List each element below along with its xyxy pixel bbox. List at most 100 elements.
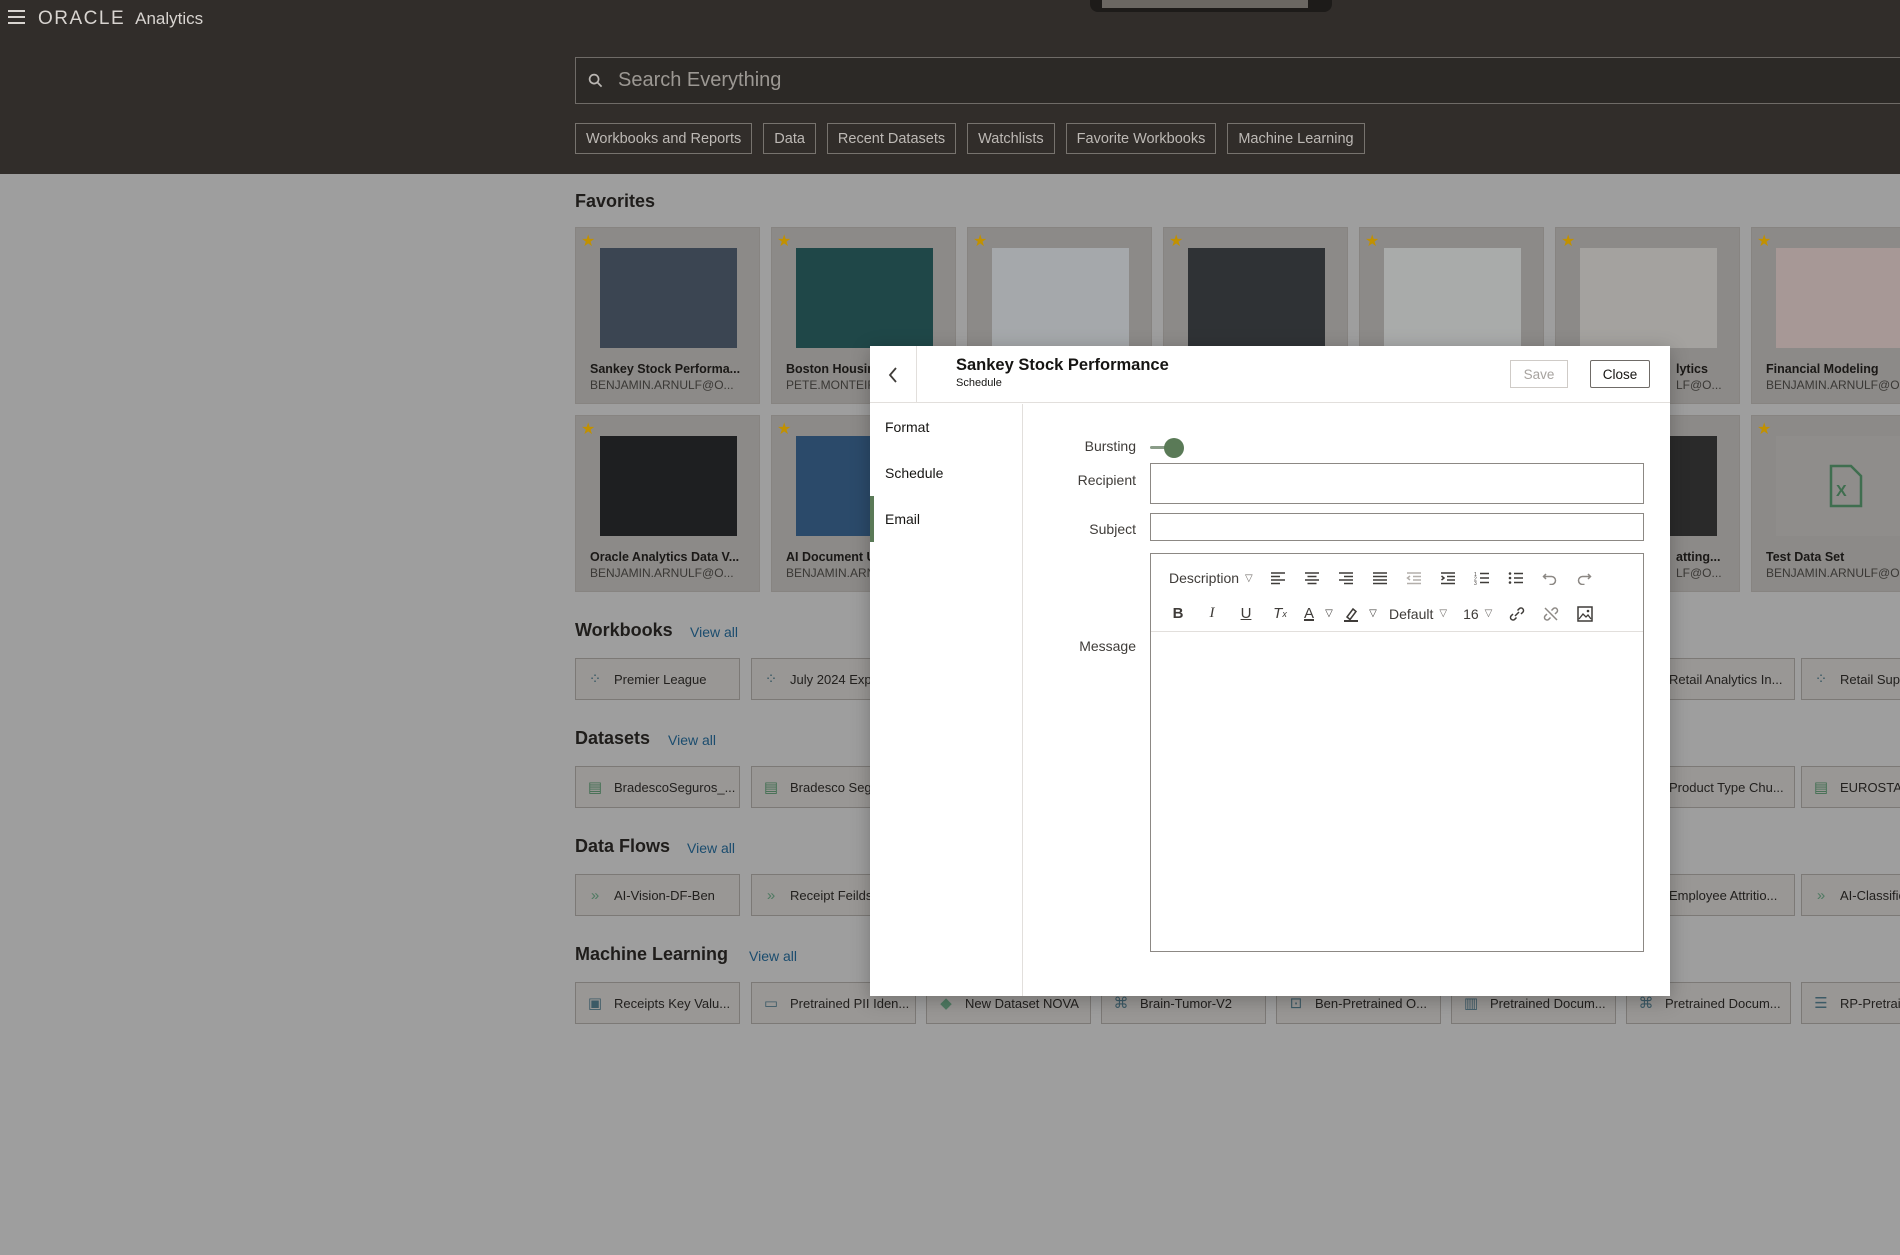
search-bar[interactable] (575, 57, 1900, 104)
favorite-card[interactable]: ★ X Test Data Set BENJAMIN.ARNULF@O... (1751, 415, 1900, 592)
toggle-knob (1164, 438, 1184, 458)
italic-icon[interactable]: I (1195, 600, 1229, 628)
chip-workbooks-reports[interactable]: Workbooks and Reports (575, 123, 753, 154)
image-icon[interactable] (1568, 600, 1602, 628)
highlight-icon[interactable] (1337, 600, 1365, 628)
star-icon[interactable]: ★ (777, 231, 791, 251)
chevron-down-icon: ▽ (1439, 608, 1448, 619)
paragraph-style-select[interactable]: Description ▽ (1161, 564, 1261, 592)
pii-icon: ▭ (763, 995, 779, 1012)
chip-machine-learning[interactable]: Machine Learning (1227, 123, 1365, 154)
chevron-down-icon: ▽ (1245, 572, 1253, 584)
item-label: Bradesco Segu (790, 779, 879, 795)
nav-item-schedule[interactable]: Schedule (870, 450, 1023, 496)
top-drag-handle[interactable] (1090, 0, 1332, 12)
save-button[interactable]: Save (1510, 360, 1568, 388)
thumbnail (1776, 248, 1900, 348)
align-left-icon[interactable] (1261, 564, 1295, 592)
recipient-input[interactable] (1150, 463, 1644, 504)
menu-icon[interactable] (8, 10, 25, 24)
align-center-icon[interactable] (1295, 564, 1329, 592)
bursting-toggle[interactable] (1150, 437, 1186, 459)
dataflow-item[interactable]: » AI-Classific (1801, 874, 1900, 916)
vision-icon: ⊡ (1289, 995, 1303, 1012)
favorite-card[interactable]: ★ Oracle Analytics Data V... BENJAMIN.AR… (575, 415, 760, 592)
favorite-card[interactable]: ★ Financial Modeling BENJAMIN.ARNULF@O..… (1751, 227, 1900, 404)
dataset-item[interactable]: ▤ BradescoSeguros_... (575, 766, 740, 808)
star-icon[interactable]: ★ (1561, 231, 1575, 251)
bold-icon[interactable]: B (1161, 600, 1195, 628)
chip-data[interactable]: Data (763, 123, 816, 154)
clear-format-icon[interactable]: Tx (1263, 600, 1297, 628)
datasets-view-all-link[interactable]: View all (668, 732, 716, 748)
thumbnail (1188, 248, 1325, 348)
back-button[interactable] (870, 346, 917, 403)
align-justify-icon[interactable] (1363, 564, 1397, 592)
item-label: Retail Analytics In... (1669, 671, 1783, 687)
star-icon[interactable]: ★ (581, 231, 595, 251)
redo-icon[interactable] (1567, 564, 1601, 592)
star-icon[interactable]: ★ (1169, 231, 1183, 251)
outdent-icon[interactable] (1397, 564, 1431, 592)
workbook-item[interactable]: ⁘ Premier League (575, 658, 740, 700)
item-label: Premier League (614, 671, 707, 687)
datasets-title: Datasets (575, 728, 651, 748)
chevron-down-icon[interactable]: ▽ (1365, 600, 1381, 628)
star-icon[interactable]: ★ (777, 419, 791, 439)
star-icon[interactable]: ★ (581, 419, 595, 439)
star-icon[interactable]: ★ (1365, 231, 1379, 251)
item-label: Receipt Feilds (790, 887, 873, 903)
unlink-icon[interactable] (1534, 600, 1568, 628)
workbook-item[interactable]: ⁘ Retail Supp (1801, 658, 1900, 700)
ml-view-all-link[interactable]: View all (749, 948, 797, 964)
chip-recent-datasets[interactable]: Recent Datasets (826, 123, 957, 154)
dataflows-title: Data Flows (575, 836, 671, 856)
underline-icon[interactable]: U (1229, 600, 1263, 628)
close-button[interactable]: Close (1590, 360, 1650, 388)
chip-watchlists[interactable]: Watchlists (967, 123, 1055, 154)
document-key-icon: ▣ (587, 995, 603, 1012)
star-icon[interactable]: ★ (1757, 419, 1771, 439)
nav-item-format[interactable]: Format (870, 404, 1023, 450)
search-icon (588, 73, 604, 89)
indent-icon[interactable] (1431, 564, 1465, 592)
align-right-icon[interactable] (1329, 564, 1363, 592)
card-title: Oracle Analytics Data V... (590, 550, 740, 564)
search-input[interactable] (618, 69, 1818, 92)
brand-logo[interactable]: ORACLE Analytics (38, 8, 203, 30)
font-family-select[interactable]: Default ▽ (1381, 600, 1455, 628)
chevron-down-icon[interactable]: ▽ (1321, 600, 1337, 628)
thumbnail (796, 248, 933, 348)
dataflow-item[interactable]: » AI-Vision-DF-Ben (575, 874, 740, 916)
font-size-select[interactable]: 16 ▽ (1455, 600, 1500, 628)
thumbnail (600, 248, 737, 348)
bullet-list-icon[interactable] (1499, 564, 1533, 592)
font-color-icon[interactable]: A (1297, 600, 1321, 628)
undo-icon[interactable] (1533, 564, 1567, 592)
spreadsheet-icon: ▤ (1813, 779, 1829, 796)
font-family-value: Default (1389, 605, 1434, 622)
nav-item-email[interactable]: Email (870, 496, 1023, 542)
item-label: Receipts Key Valu... (614, 995, 731, 1011)
app-header: ORACLE Analytics Workbooks and Reports D… (0, 0, 1900, 174)
subject-input[interactable] (1150, 513, 1644, 541)
workbooks-view-all-link[interactable]: View all (690, 624, 738, 640)
dataflow-icon: » (590, 886, 600, 904)
editor-toolbar-row-1: Description ▽ 123 (1151, 560, 1643, 596)
spreadsheet-icon: ▤ (763, 779, 779, 796)
ml-item[interactable]: ▣ Receipts Key Valu... (575, 982, 740, 1024)
dataset-item[interactable]: ▤ EUROSTAT (1801, 766, 1900, 808)
star-icon[interactable]: ★ (973, 231, 987, 251)
message-body[interactable] (1151, 634, 1643, 951)
card-owner: BENJAMIN.ARNULF@O... (590, 566, 734, 580)
favorite-card[interactable]: ★ Sankey Stock Performa... BENJAMIN.ARNU… (575, 227, 760, 404)
dataflows-view-all-link[interactable]: View all (687, 840, 735, 856)
ml-item[interactable]: ☰ RP-Pretrain (1801, 982, 1900, 1024)
star-icon[interactable]: ★ (1757, 231, 1771, 251)
numbered-list-icon[interactable]: 123 (1465, 564, 1499, 592)
chip-favorite-workbooks[interactable]: Favorite Workbooks (1065, 123, 1217, 154)
message-label: Message (1079, 638, 1136, 654)
spreadsheet-icon: ▤ (587, 779, 603, 796)
dataset-icon: ◆ (940, 995, 952, 1012)
link-icon[interactable] (1500, 600, 1534, 628)
